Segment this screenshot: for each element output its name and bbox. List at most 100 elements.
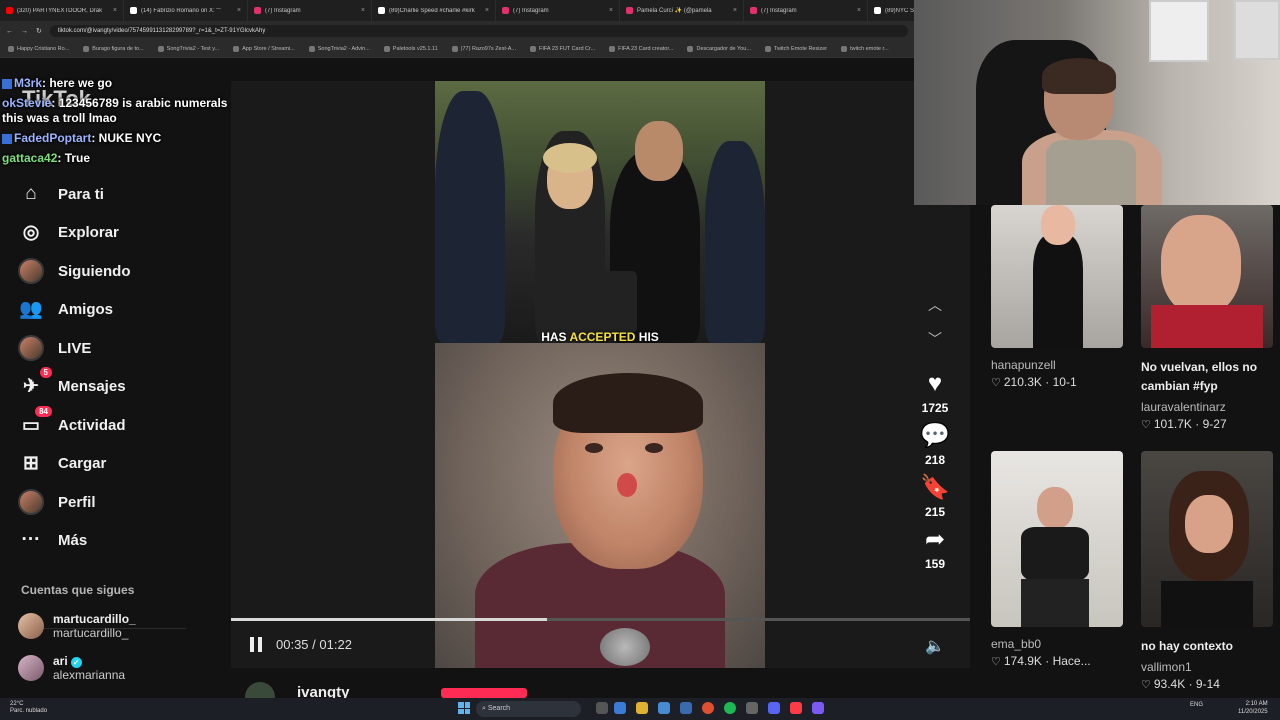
bookmark-item[interactable]: Twitch Emote Resizer — [764, 46, 827, 52]
bookmark-item[interactable]: Descargador de You... — [687, 46, 751, 52]
following-accounts-title: Cuentas que sigues — [21, 583, 135, 597]
bookmark-item[interactable]: App Store / Streami... — [233, 46, 295, 52]
bookmark-favicon-icon — [529, 46, 536, 52]
bookmark-item[interactable]: Happy Cristiano Ro... — [8, 46, 69, 52]
account-handle: alexmarianna — [53, 668, 126, 682]
close-icon[interactable]: × — [361, 7, 365, 14]
card-username: ema_bb0 — [991, 637, 1042, 651]
heart-outline-icon: ♡ — [991, 656, 1001, 668]
recommendation-card[interactable]: No vuelvan, ellos no cambian #fyp laurav… — [1141, 205, 1280, 431]
taskbar-search[interactable]: ⌕ Search — [476, 701, 581, 717]
bookmark-item[interactable]: Paletools v25.1.11 — [383, 46, 438, 52]
recommendation-card[interactable]: ema_bb0 ♡ 174.9K · Hace... — [991, 451, 1123, 668]
followed-account[interactable]: ari ✓ alexmarianna — [18, 654, 125, 682]
close-icon[interactable]: × — [237, 7, 241, 14]
follow-button[interactable] — [441, 688, 527, 698]
browser-tab[interactable]: (14) Fabrizio Romano on X: "" × — [124, 0, 248, 21]
recommendation-card[interactable]: no hay contexto vallimon1 ♡ 93.4K · 9-14 — [1141, 451, 1273, 691]
account-name: martucardillo_ — [53, 612, 136, 626]
bookmark-item[interactable]: FIFA 23 FUT Card Cr... — [529, 46, 595, 52]
nav-item-para-ti[interactable]: ⌂ Para ti — [18, 181, 104, 207]
url-field[interactable]: tiktok.com/@ivangty/video/75745991131282… — [49, 25, 908, 37]
pause-icon[interactable] — [250, 637, 264, 652]
nav-item-siguiendo[interactable]: Siguiendo — [18, 258, 131, 284]
browser-tab[interactable]: (89)Charlie Speed #charlie #kirk × — [372, 0, 496, 21]
forward-icon[interactable]: → — [21, 28, 28, 35]
edge-icon[interactable] — [614, 702, 626, 714]
bookmark-item[interactable]: SongTrivia2 - Advin... — [308, 46, 370, 52]
browser-tab[interactable]: Pamela Curci ✨ (@pamela × — [620, 0, 744, 21]
bookmark-item[interactable]: (77) Razo97s Zest-A... — [451, 46, 516, 52]
nav-item-label: Perfil — [58, 493, 96, 511]
browser-tab[interactable]: (7) Instagram × — [496, 0, 620, 21]
bookmark-label: Happy Cristiano Ro... — [17, 46, 70, 52]
like-button[interactable]: ♥ 1725 — [913, 370, 957, 416]
next-video-icon[interactable]: ﹀ — [913, 329, 957, 363]
nav-item-explorar[interactable]: ◎ Explorar — [18, 219, 119, 245]
bookmark-favicon-icon — [83, 46, 90, 52]
bookmark-item[interactable]: twitch emote r... — [841, 46, 889, 52]
nav-item-mensajes[interactable]: ✈ 5 Mensajes — [18, 367, 126, 399]
notification-badge: 5 — [39, 367, 52, 378]
card-date: Hace... — [1052, 654, 1091, 668]
tab-title: (7) Instagram — [513, 7, 549, 14]
nav-item-live[interactable]: LIVE — [18, 335, 91, 361]
previous-video-icon[interactable]: ︿ — [913, 295, 957, 329]
reload-icon[interactable]: ↻ — [36, 27, 42, 35]
nav-item-cargar[interactable]: ⊞ Cargar — [18, 450, 106, 476]
close-icon[interactable]: × — [857, 7, 861, 14]
nav-item-perfil[interactable]: Perfil — [18, 489, 96, 515]
close-icon[interactable]: × — [113, 7, 117, 14]
browser-tab[interactable]: (7) Instagram × — [248, 0, 372, 21]
close-icon[interactable]: × — [609, 7, 613, 14]
browser-tab[interactable]: (89)NYC Students× — [868, 0, 914, 21]
video-caption: HAS ACCEPTED HIS — [541, 330, 659, 344]
folder-icon[interactable] — [636, 702, 648, 714]
system-clock[interactable]: 2:10 AM 11/20/2025 — [1238, 700, 1268, 716]
tab-favicon-icon — [6, 7, 13, 14]
nav-item-label: Para ti — [58, 185, 104, 203]
nav-item-más[interactable]: ··· Más — [18, 527, 88, 553]
close-icon[interactable]: × — [485, 7, 489, 14]
bookmark-item[interactable]: FIFA 23 Card creator... — [609, 46, 673, 52]
video-player[interactable]: HAS ACCEPTED HIS — [435, 81, 765, 668]
back-icon[interactable]: ← — [6, 28, 13, 35]
close-icon[interactable]: × — [733, 7, 737, 14]
bookmark-favicon-icon — [233, 46, 240, 52]
card-views: 101.7K — [1153, 417, 1192, 431]
live-avatar-icon — [18, 335, 44, 361]
chat-username: okStevie — [2, 96, 52, 110]
volume-icon[interactable]: 🔈 — [925, 636, 945, 656]
upload-icon: ⊞ — [23, 452, 39, 474]
system-tray[interactable]: ENG — [1190, 702, 1203, 708]
video-progress-bar[interactable] — [231, 618, 970, 621]
music-icon[interactable] — [790, 702, 802, 714]
discord-icon[interactable] — [768, 702, 780, 714]
weather-widget[interactable]: 22°C Parc. nublado — [10, 701, 47, 715]
bookmark-icon: 🔖 — [920, 474, 950, 501]
card-date: 10-1 — [1052, 375, 1077, 389]
heart-icon: ♥ — [927, 370, 943, 397]
windows-start-icon[interactable] — [458, 702, 470, 714]
followed-account[interactable]: martucardillo_ martucardillo_ — [18, 612, 136, 640]
chrome-icon[interactable] — [702, 702, 714, 714]
bookmark-item[interactable]: Burago figura de to... — [83, 46, 144, 52]
browser-tab[interactable]: (7) Instagram × — [744, 0, 868, 21]
task-view-icon[interactable] — [596, 702, 608, 714]
share-icon: ➦ — [924, 526, 946, 553]
nav-item-amigos[interactable]: 👥 Amigos — [18, 296, 113, 322]
recommendation-card[interactable]: hanapunzell ♡ 210.3K · 10-1 — [991, 205, 1123, 389]
spotify-icon[interactable] — [724, 702, 736, 714]
time-total: 01:22 — [319, 637, 352, 652]
save-button[interactable]: 🔖 215 — [913, 474, 957, 520]
share-button[interactable]: ➦ 159 — [913, 526, 957, 572]
store-icon[interactable] — [658, 702, 670, 714]
bookmark-item[interactable]: SongTrivia2 - Test y... — [157, 46, 219, 52]
steam-icon[interactable] — [746, 702, 758, 714]
mail-icon[interactable] — [680, 702, 692, 714]
avatar — [18, 613, 44, 639]
comment-button[interactable]: 💬 218 — [913, 423, 957, 468]
nav-item-actividad[interactable]: ▭ 84 Actividad — [18, 406, 126, 438]
teams-icon[interactable] — [812, 702, 824, 714]
browser-tab[interactable]: (320) PARTYNEXTDOOR, Drak × — [0, 0, 124, 21]
